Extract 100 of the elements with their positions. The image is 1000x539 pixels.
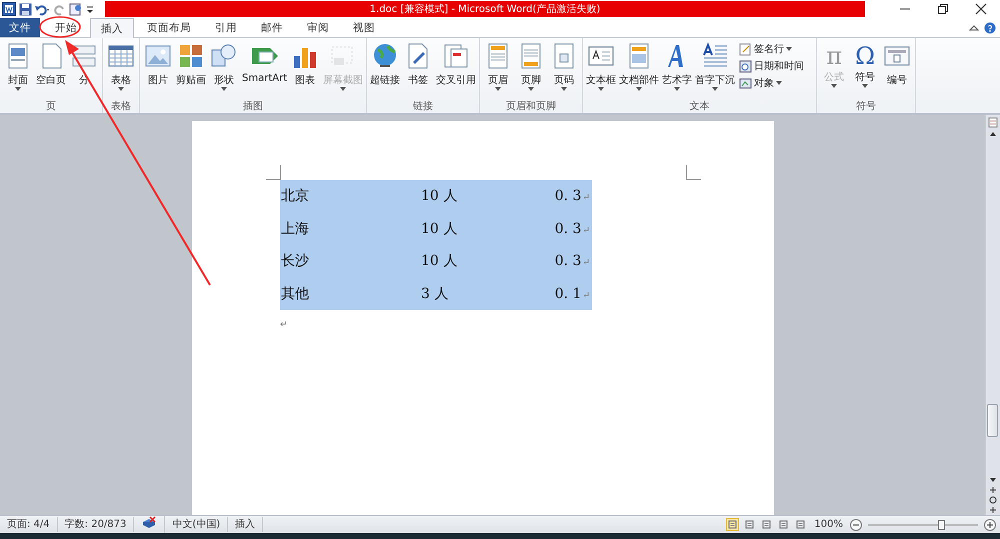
dropdown-arrow-icon xyxy=(340,87,346,91)
vertical-scrollbar[interactable] xyxy=(985,115,1000,515)
table-cell: 10 人 xyxy=(421,188,458,204)
browse-object-icon[interactable] xyxy=(988,495,998,505)
dropdown-arrow-icon xyxy=(15,87,21,91)
ribbon-button[interactable]: 编号 xyxy=(881,40,914,99)
close-icon[interactable] xyxy=(975,3,987,15)
table-cell: 10 人 xyxy=(421,220,458,237)
dropdown-arrow-icon xyxy=(561,87,568,91)
table-cell: 0. 3 xyxy=(554,253,582,270)
save-icon[interactable] xyxy=(19,2,32,16)
zoom-slider-thumb[interactable] xyxy=(938,520,945,530)
view-button[interactable] xyxy=(760,518,774,531)
ribbon-button[interactable]: 日期和时间 xyxy=(737,58,814,74)
ruler-toggle-icon[interactable] xyxy=(987,115,999,129)
ribbon-tab[interactable]: 页面布局 xyxy=(136,18,202,37)
page-count[interactable]: 页面: 4/4 xyxy=(0,517,58,532)
view-button[interactable] xyxy=(777,518,790,531)
dropdown-arrow-icon xyxy=(862,84,868,88)
ribbon-tab[interactable]: 开始 xyxy=(44,18,88,37)
table-cell: 3 人 xyxy=(421,286,448,302)
group-label: 页眉和页脚 xyxy=(505,100,558,113)
ribbon-tab[interactable]: 视图 xyxy=(342,18,386,37)
ribbon-button[interactable]: 图片 xyxy=(142,40,174,99)
end-of-cell-mark: ↵ xyxy=(582,290,590,301)
dropdown-arrow-icon xyxy=(118,87,124,91)
ribbon-button[interactable]: 签名行 xyxy=(737,41,814,57)
zoom-out-icon[interactable] xyxy=(850,518,862,530)
file-menu-button[interactable]: 文件 xyxy=(0,18,40,37)
dropdown-arrow-icon xyxy=(786,47,792,51)
ribbon-button[interactable]: SmartArt xyxy=(241,40,288,99)
object-icon xyxy=(739,76,752,90)
app-icon[interactable] xyxy=(2,2,16,16)
paragraph-mark: ↵ xyxy=(280,320,288,330)
ribbon-button[interactable]: 图表 xyxy=(289,40,322,99)
restore-icon[interactable] xyxy=(937,3,949,15)
zoom-in-icon[interactable] xyxy=(984,518,996,530)
view-button[interactable] xyxy=(726,518,740,531)
table-cell: 上海 xyxy=(281,220,309,237)
end-of-cell-mark: ↵ xyxy=(582,193,590,204)
ribbon-button[interactable]: 封面 xyxy=(2,40,34,99)
table-cell: 北京 xyxy=(281,188,309,204)
word-count[interactable]: 字数: 20/873 xyxy=(58,517,134,532)
help-icon[interactable] xyxy=(984,22,996,34)
group-label: 链接 xyxy=(412,100,434,113)
previous-page-icon[interactable] xyxy=(988,485,998,495)
end-of-cell-mark: ↵ xyxy=(582,258,590,268)
ribbon-button[interactable]: Ω 符号 xyxy=(850,40,880,99)
ribbon-button[interactable]: 艺术字 xyxy=(661,40,694,99)
table-cell: 0. 1 xyxy=(554,286,582,302)
date-time-icon xyxy=(739,59,752,73)
window-title: 1.doc [兼容模式] - Microsoft Word(产品激活失败) xyxy=(370,2,600,16)
ribbon-tab[interactable]: 引用 xyxy=(204,18,248,37)
symbol-icon: Ω xyxy=(855,42,876,70)
proofing-icon[interactable] xyxy=(141,516,158,528)
next-page-icon[interactable] xyxy=(988,505,998,515)
end-of-cell-mark: ↵ xyxy=(582,226,590,236)
collapse-ribbon-icon[interactable] xyxy=(969,22,979,32)
ribbon-button[interactable]: 页码 xyxy=(548,40,580,99)
table-cell: 长沙 xyxy=(281,253,309,270)
zoom-level[interactable]: 100% xyxy=(814,519,843,530)
undo-icon[interactable] xyxy=(35,2,51,16)
ribbon-button[interactable]: 文档部件 xyxy=(618,40,660,99)
insert-mode-indicator[interactable]: 插入 xyxy=(228,517,264,532)
ribbon-button[interactable]: 书签 xyxy=(402,40,434,99)
dropdown-arrow-icon xyxy=(598,87,604,91)
view-button[interactable] xyxy=(794,518,808,531)
view-button[interactable] xyxy=(743,518,756,531)
ribbon-button[interactable]: 剪贴画 xyxy=(175,40,207,99)
ribbon-tab[interactable]: 邮件 xyxy=(250,18,294,37)
group-label: 插图 xyxy=(242,100,264,113)
ribbon-button[interactable]: 文本框 xyxy=(585,40,618,99)
ribbon-button[interactable]: 表格 xyxy=(105,40,137,99)
dropdown-arrow-icon xyxy=(495,87,502,91)
ribbon-button[interactable]: 超链接 xyxy=(369,40,402,99)
dropdown-arrow-icon xyxy=(528,87,534,91)
ribbon-button[interactable]: 页眉 xyxy=(482,40,514,99)
ribbon-tab[interactable]: 插入 xyxy=(90,18,134,38)
language-indicator[interactable]: 中文(中国) xyxy=(165,517,228,532)
ribbon-tab[interactable]: 审阅 xyxy=(296,18,340,37)
ribbon-button[interactable]: 首字下沉 xyxy=(694,40,736,99)
table-cell: 0. 3 xyxy=(554,188,582,204)
ribbon-button[interactable]: 形状 xyxy=(208,40,240,99)
print-preview-icon[interactable] xyxy=(69,2,83,16)
group-label: 页 xyxy=(45,100,57,113)
dropdown-arrow-icon xyxy=(674,87,680,91)
table-cell: 0. 3 xyxy=(554,220,582,237)
ribbon-button[interactable]: 交叉引用 xyxy=(435,40,478,99)
group-label: 表格 xyxy=(110,100,132,113)
table-cell: 其他 xyxy=(281,286,309,302)
dropdown-arrow-icon xyxy=(221,87,227,91)
group-label: 文本 xyxy=(688,100,711,113)
scroll-thumb[interactable] xyxy=(987,404,998,437)
ribbon-button[interactable]: 空白页 xyxy=(35,40,67,99)
ribbon-button[interactable]: 对象 xyxy=(737,75,814,91)
ribbon-button[interactable]: 页脚 xyxy=(515,40,548,99)
symbol-icon: π xyxy=(826,42,842,70)
dropdown-arrow-icon xyxy=(776,81,782,85)
dropdown-arrow-icon xyxy=(636,87,642,91)
dropdown-arrow-icon xyxy=(831,84,838,88)
